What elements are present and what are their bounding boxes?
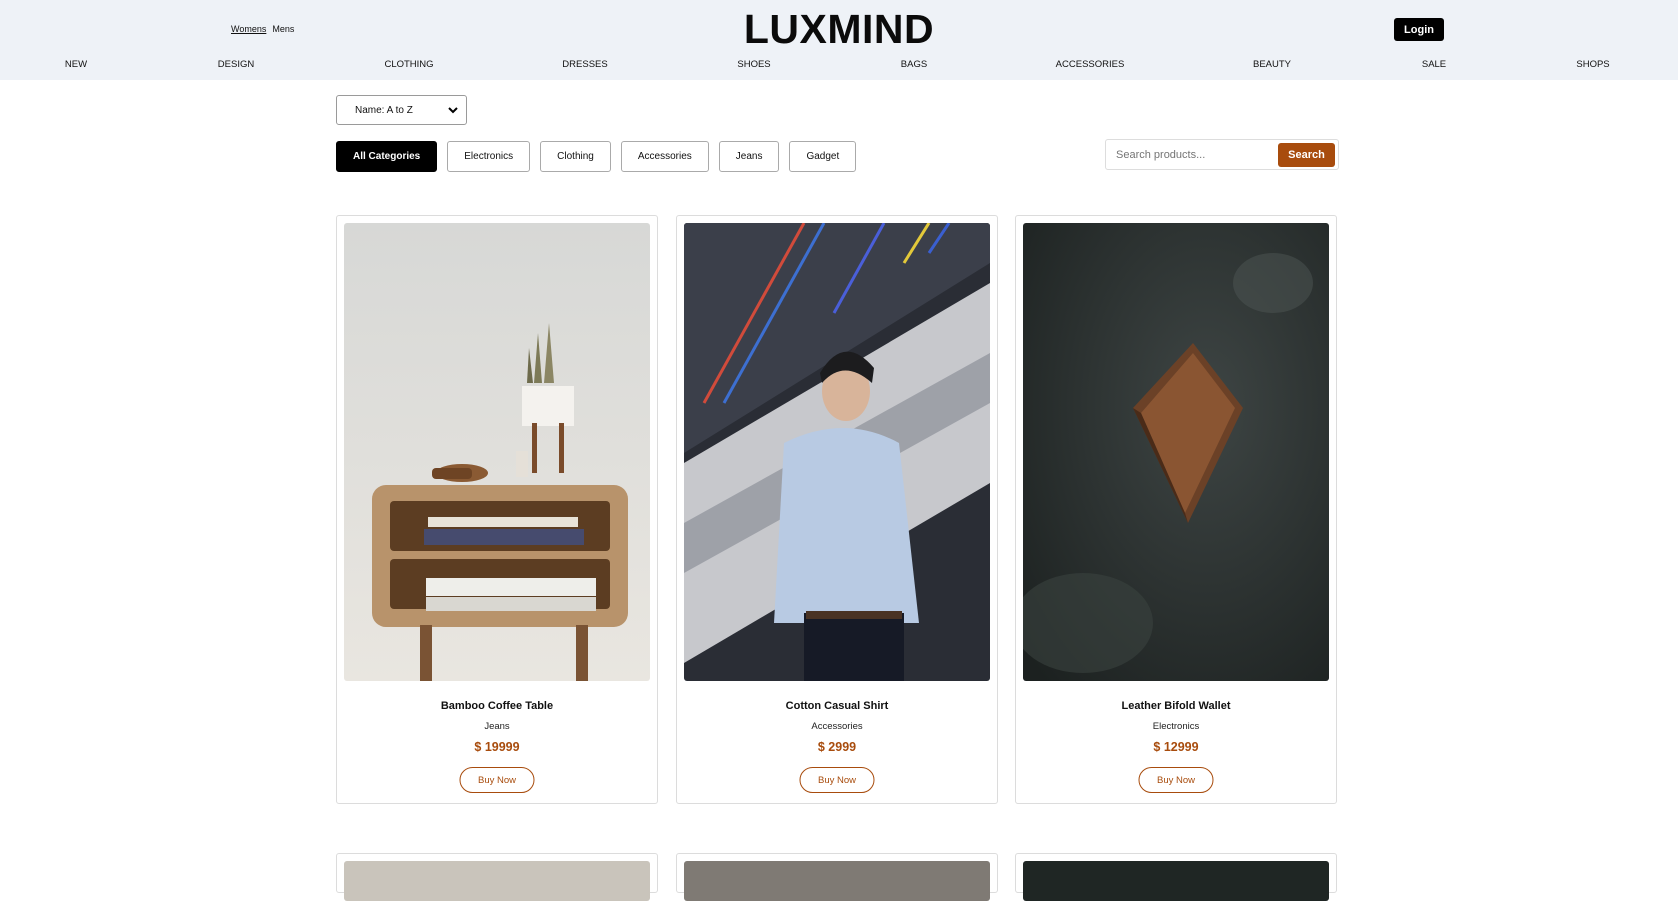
nav-item-dresses[interactable]: DRESSES [562,59,607,70]
nav-item-design[interactable]: DESIGN [218,59,254,70]
sort-select[interactable]: Name: A to Z [336,95,467,125]
nav-item-shoes[interactable]: SHOES [737,59,770,70]
category-jeans[interactable]: Jeans [718,141,780,172]
nav-item-accessories[interactable]: ACCESSORIES [1056,59,1125,70]
category-all[interactable]: All Categories [336,141,438,172]
product-category: Electronics [1152,721,1200,732]
product-card[interactable]: Leather Bifold Wallet Electronics $ 1299… [1015,215,1337,804]
product-price: $ 12999 [1153,740,1199,754]
product-image[interactable] [344,861,650,901]
buy-now-button[interactable]: Buy Now [799,767,875,793]
product-image[interactable] [684,223,990,681]
sort-selected-value: Name: A to Z [355,104,413,116]
product-name[interactable]: Leather Bifold Wallet [1016,700,1336,712]
buy-now-button[interactable]: Buy Now [459,767,535,793]
product-image[interactable] [1023,223,1329,681]
product-price: $ 19999 [474,740,520,754]
product-image[interactable] [684,861,990,901]
buy-now-button[interactable]: Buy Now [1138,767,1214,793]
category-accessories[interactable]: Accessories [620,141,709,172]
chevron-down-icon [448,107,458,114]
top-header: Womens Mens LUXMIND Login NEW DESIGN CLO… [0,0,1678,80]
product-category: Accessories [811,721,863,732]
product-price: $ 2999 [817,740,857,754]
product-image[interactable] [1023,861,1329,901]
nav-item-bags[interactable]: BAGS [901,59,927,70]
product-card[interactable] [1015,853,1337,901]
category-clothing[interactable]: Clothing [540,141,611,172]
product-category: Jeans [484,721,510,732]
product-card[interactable]: Cotton Casual Shirt Accessories $ 2999 B… [676,215,998,804]
search-button[interactable]: Search [1278,143,1335,167]
product-name[interactable]: Cotton Casual Shirt [677,700,997,712]
category-gadget[interactable]: Gadget [789,141,857,172]
nav-item-new[interactable]: NEW [65,59,87,70]
login-button[interactable]: Login [1394,18,1444,41]
category-electronics[interactable]: Electronics [447,141,531,172]
product-image[interactable] [344,223,650,681]
main-nav: NEW DESIGN CLOTHING DRESSES SHOES BAGS A… [0,59,1678,73]
nav-item-beauty[interactable]: BEAUTY [1253,59,1291,70]
nav-item-shops[interactable]: SHOPS [1576,59,1609,70]
product-card[interactable] [336,853,658,901]
nav-item-sale[interactable]: SALE [1422,59,1446,70]
product-card[interactable] [676,853,998,901]
product-card[interactable]: Bamboo Coffee Table Jeans $ 19999 Buy No… [336,215,658,804]
nav-item-clothing[interactable]: CLOTHING [384,59,433,70]
search-input[interactable] [1116,146,1276,164]
category-filters: All Categories Electronics Clothing Acce… [336,141,857,172]
search-box: Search [1105,139,1339,170]
product-name[interactable]: Bamboo Coffee Table [337,700,657,712]
